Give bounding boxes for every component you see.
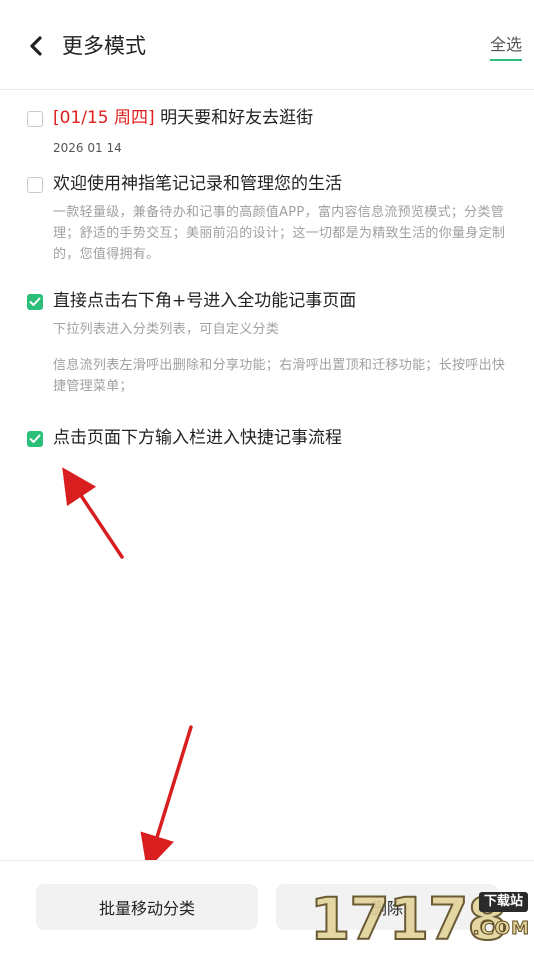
note-item[interactable]: 直接点击右下角+号进入全功能记事页面 下拉列表进入分类列表，可自定义分类 信息流…	[0, 287, 534, 397]
date-tag: [01/15 周四]	[53, 108, 155, 128]
back-button[interactable]	[18, 28, 54, 64]
note-preview: 一款轻量级，兼备待办和记事的高颜值APP，富内容信息流预览模式；分类管理；舒适的…	[53, 205, 506, 262]
note-title-text: 明天要和好友去逛街	[160, 108, 314, 128]
chevron-left-icon	[30, 36, 42, 56]
annotation-arrow	[140, 725, 193, 871]
annotation-arrow	[62, 467, 124, 559]
note-checkbox[interactable]	[27, 294, 43, 310]
batch-move-category-button[interactable]: 批量移动分类	[36, 884, 258, 930]
note-checkbox[interactable]	[27, 111, 43, 127]
note-title: [01/15 周四] 明天要和好友去逛街	[53, 106, 313, 130]
note-checkbox[interactable]	[27, 177, 43, 193]
note-item[interactable]: [01/15 周四] 明天要和好友去逛街 2026 01 14	[0, 104, 534, 164]
note-item[interactable]: 点击页面下方输入栏进入快捷记事流程	[0, 424, 534, 454]
watermark-sub: .COM	[472, 918, 530, 940]
checkmark-icon	[29, 297, 41, 306]
note-date: 2026 01 14	[53, 141, 122, 155]
note-checkbox[interactable]	[27, 431, 43, 447]
note-item[interactable]: 欢迎使用神指笔记记录和管理您的生活 一款轻量级，兼备待办和记事的高颜值APP，富…	[0, 170, 534, 265]
note-preview: 下拉列表进入分类列表，可自定义分类	[53, 322, 280, 337]
select-all-button[interactable]: 全选	[489, 33, 522, 61]
header-bar: 更多模式 全选	[0, 0, 534, 90]
note-title: 点击页面下方输入栏进入快捷记事流程	[53, 428, 342, 448]
note-title: 直接点击右下角+号进入全功能记事页面	[53, 291, 357, 311]
site-watermark-logo: 17178 下载站 .COM	[309, 887, 534, 951]
note-preview-secondary: 信息流列表左滑呼出删除和分享功能；右滑呼出置顶和迁移功能；长按呼出快捷管理菜单；	[53, 358, 506, 394]
watermark-label: 下载站	[478, 892, 528, 912]
checkmark-icon	[29, 434, 41, 443]
note-title: 欢迎使用神指笔记记录和管理您的生活	[53, 174, 342, 194]
page-title: 更多模式	[62, 34, 146, 58]
